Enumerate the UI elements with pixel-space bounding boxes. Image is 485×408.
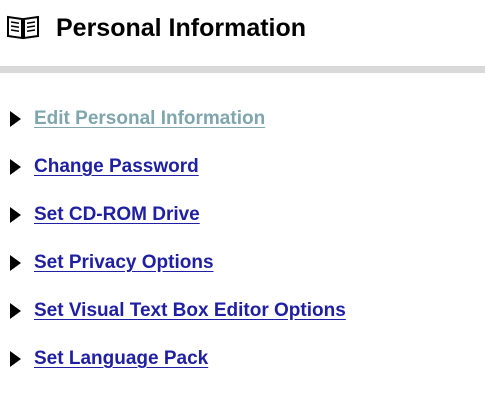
menu-item-set-privacy-options: Set Privacy Options <box>0 246 485 294</box>
book-icon <box>6 14 40 40</box>
options-menu: Edit Personal Information Change Passwor… <box>0 102 485 390</box>
page-header: Personal Information <box>0 0 485 64</box>
arrow-right-icon <box>10 207 21 223</box>
arrow-right-icon <box>10 159 21 175</box>
menu-item-edit-personal-information: Edit Personal Information <box>0 102 485 150</box>
set-cd-rom-drive-link[interactable]: Set CD-ROM Drive <box>34 203 200 227</box>
set-privacy-options-link[interactable]: Set Privacy Options <box>34 251 214 275</box>
menu-item-set-cd-rom-drive: Set CD-ROM Drive <box>0 198 485 246</box>
arrow-right-icon <box>10 303 21 319</box>
arrow-right-icon <box>10 351 21 367</box>
set-language-pack-link[interactable]: Set Language Pack <box>34 347 208 371</box>
arrow-right-icon <box>10 111 21 127</box>
set-visual-text-box-editor-options-link[interactable]: Set Visual Text Box Editor Options <box>34 299 346 323</box>
change-password-link[interactable]: Change Password <box>34 155 199 179</box>
page-title: Personal Information <box>56 14 307 42</box>
menu-item-change-password: Change Password <box>0 150 485 198</box>
edit-personal-information-link[interactable]: Edit Personal Information <box>34 107 265 131</box>
header-divider <box>0 66 485 73</box>
menu-item-set-visual-text-box-editor-options: Set Visual Text Box Editor Options <box>0 294 485 342</box>
menu-item-set-language-pack: Set Language Pack <box>0 342 485 390</box>
arrow-right-icon <box>10 255 21 271</box>
